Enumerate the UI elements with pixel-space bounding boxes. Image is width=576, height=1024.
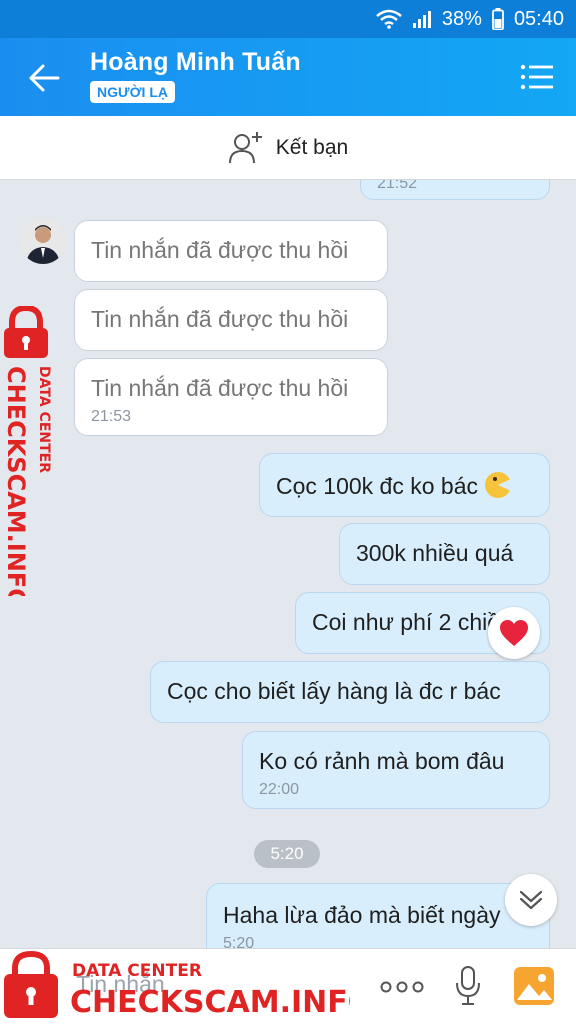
gallery-icon[interactable] xyxy=(513,964,555,1008)
signal-icon xyxy=(412,11,431,28)
message-text: Cọc 100k đc ko bác xyxy=(276,471,533,500)
avatar-image xyxy=(20,218,66,264)
message-bubble[interactable]: Cọc cho biết lấy hàng là đc r bác xyxy=(150,661,550,723)
message-bubble[interactable]: Tin nhắn đã được thu hồi xyxy=(74,220,388,282)
message-text: Tin nhắn đã được thu hồi xyxy=(91,375,349,401)
message-bubble[interactable]: Ko có rảnh mà bom đâu 22:00 xyxy=(242,731,550,809)
message-bubble[interactable]: 300k nhiều quá xyxy=(339,523,550,585)
add-friend-button[interactable]: Kết bạn xyxy=(0,116,576,180)
watermark-logo: DATA CENTER CHECKSCAM.INFO xyxy=(4,950,350,1020)
message-time: 22:00 xyxy=(259,781,300,798)
message-time: 21:53 xyxy=(91,408,132,425)
heart-icon xyxy=(500,620,528,646)
avatar[interactable] xyxy=(20,218,66,264)
svg-text:DATA CENTER: DATA CENTER xyxy=(36,366,52,473)
svg-text:CHECKSCAM.INFO: CHECKSCAM.INFO xyxy=(2,366,30,596)
date-divider: 5:20 xyxy=(254,840,320,868)
message-text: Cọc cho biết lấy hàng là đc r bác xyxy=(167,678,501,704)
add-user-icon xyxy=(228,131,262,163)
svg-text:DATA CENTER: DATA CENTER xyxy=(72,961,202,981)
message-bubble[interactable]: Tin nhắn đã được thu hồi xyxy=(74,289,388,351)
message-text: Tin nhắn đã được thu hồi xyxy=(91,237,349,263)
message-bubble[interactable]: 21:52 xyxy=(360,180,550,200)
contact-name[interactable]: Hoàng Minh Tuấn xyxy=(90,48,301,77)
emoji-icon xyxy=(485,472,513,498)
stranger-badge: NGƯỜI LẠ xyxy=(90,81,175,103)
double-chevron-down-icon xyxy=(519,890,543,910)
message-bubble[interactable]: Tin nhắn đã được thu hồi 21:53 xyxy=(74,358,388,436)
battery-icon xyxy=(492,8,504,30)
battery-percent: 38% xyxy=(441,7,482,30)
wifi-icon xyxy=(376,9,402,29)
reaction-badge[interactable] xyxy=(488,607,540,659)
message-bubble[interactable]: Haha lừa đảo mà biết ngày 5:20 xyxy=(206,883,550,948)
message-list[interactable]: 21:52 Tin nhắn đã được thu hồi Tin nhắn … xyxy=(0,180,576,948)
message-text: Tin nhắn đã được thu hồi xyxy=(91,306,349,332)
menu-icon[interactable] xyxy=(520,63,554,91)
back-arrow-icon[interactable] xyxy=(26,60,62,96)
add-friend-label: Kết bạn xyxy=(275,135,349,159)
clock: 05:40 xyxy=(513,7,564,30)
message-text: Ko có rảnh mà bom đâu xyxy=(259,748,505,774)
message-text: Haha lừa đảo mà biết ngày xyxy=(223,902,501,928)
watermark-logo: DATA CENTER CHECKSCAM.INFO xyxy=(2,306,52,596)
svg-text:CHECKSCAM.INFO: CHECKSCAM.INFO xyxy=(70,985,350,1020)
scroll-to-bottom-button[interactable] xyxy=(505,874,557,926)
more-options-icon[interactable] xyxy=(380,974,424,1000)
message-time: 21:52 xyxy=(377,180,418,192)
chat-header: Hoàng Minh Tuấn NGƯỜI LẠ xyxy=(0,38,576,116)
message-time: 5:20 xyxy=(223,935,255,948)
microphone-icon[interactable] xyxy=(455,966,481,1006)
status-bar: 38% 05:40 xyxy=(0,0,576,38)
message-text: 300k nhiều quá xyxy=(356,540,514,566)
message-bubble[interactable]: Cọc 100k đc ko bác xyxy=(259,453,550,517)
